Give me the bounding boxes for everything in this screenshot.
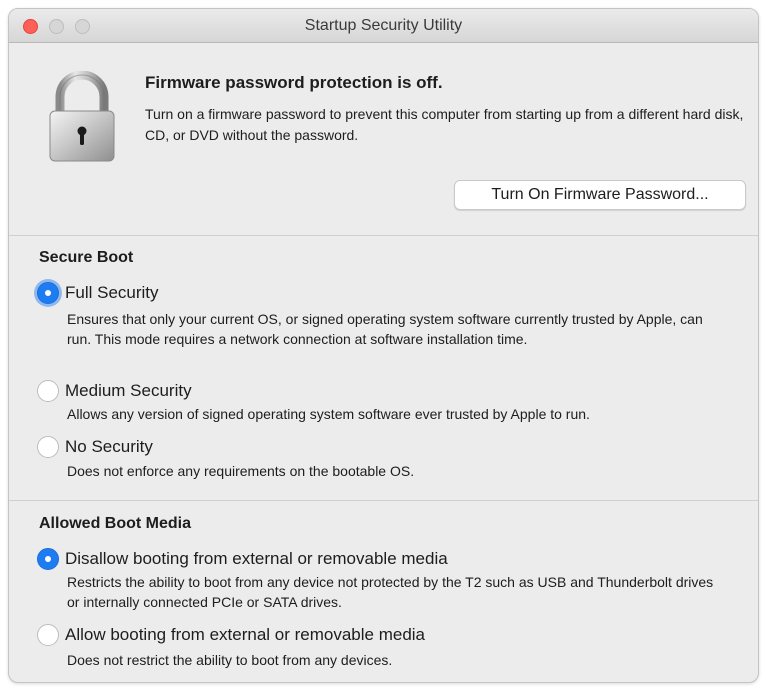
- medium-security-description: Allows any version of signed operating s…: [67, 406, 590, 422]
- title-bar[interactable]: Startup Security Utility: [9, 9, 758, 43]
- no-security-description: Does not enforce any requirements on the…: [67, 463, 415, 479]
- window-title: Startup Security Utility: [304, 17, 463, 34]
- full-security-radio[interactable]: [37, 282, 59, 304]
- medium-security-label[interactable]: Medium Security: [65, 381, 192, 401]
- full-security-description: Ensures that only your current OS, or si…: [67, 311, 703, 347]
- section-divider: [9, 500, 758, 501]
- padlock-icon: [47, 70, 117, 163]
- startup-security-window: Startup Security Utility Firmware passwo…: [8, 8, 759, 683]
- secure-boot-heading: Secure Boot: [39, 249, 134, 266]
- full-security-label[interactable]: Full Security: [65, 283, 159, 303]
- section-divider: [9, 235, 758, 236]
- firmware-status-heading: Firmware password protection is off.: [145, 73, 443, 92]
- medium-security-radio[interactable]: [37, 380, 59, 402]
- allow-external-boot-description: Does not restrict the ability to boot fr…: [67, 652, 393, 668]
- boot-media-heading: Allowed Boot Media: [39, 515, 191, 532]
- turn-on-firmware-password-button[interactable]: Turn On Firmware Password...: [454, 180, 746, 210]
- disallow-external-boot-radio[interactable]: [37, 548, 59, 570]
- allow-external-boot-radio[interactable]: [37, 624, 59, 646]
- no-security-label[interactable]: No Security: [65, 437, 153, 457]
- disallow-external-boot-description: Restricts the ability to boot from any d…: [67, 574, 714, 610]
- disallow-external-boot-label[interactable]: Disallow booting from external or remova…: [65, 549, 448, 569]
- allow-external-boot-label[interactable]: Allow booting from external or removable…: [65, 625, 425, 645]
- no-security-radio[interactable]: [37, 436, 59, 458]
- firmware-description: Turn on a firmware password to prevent t…: [145, 106, 744, 143]
